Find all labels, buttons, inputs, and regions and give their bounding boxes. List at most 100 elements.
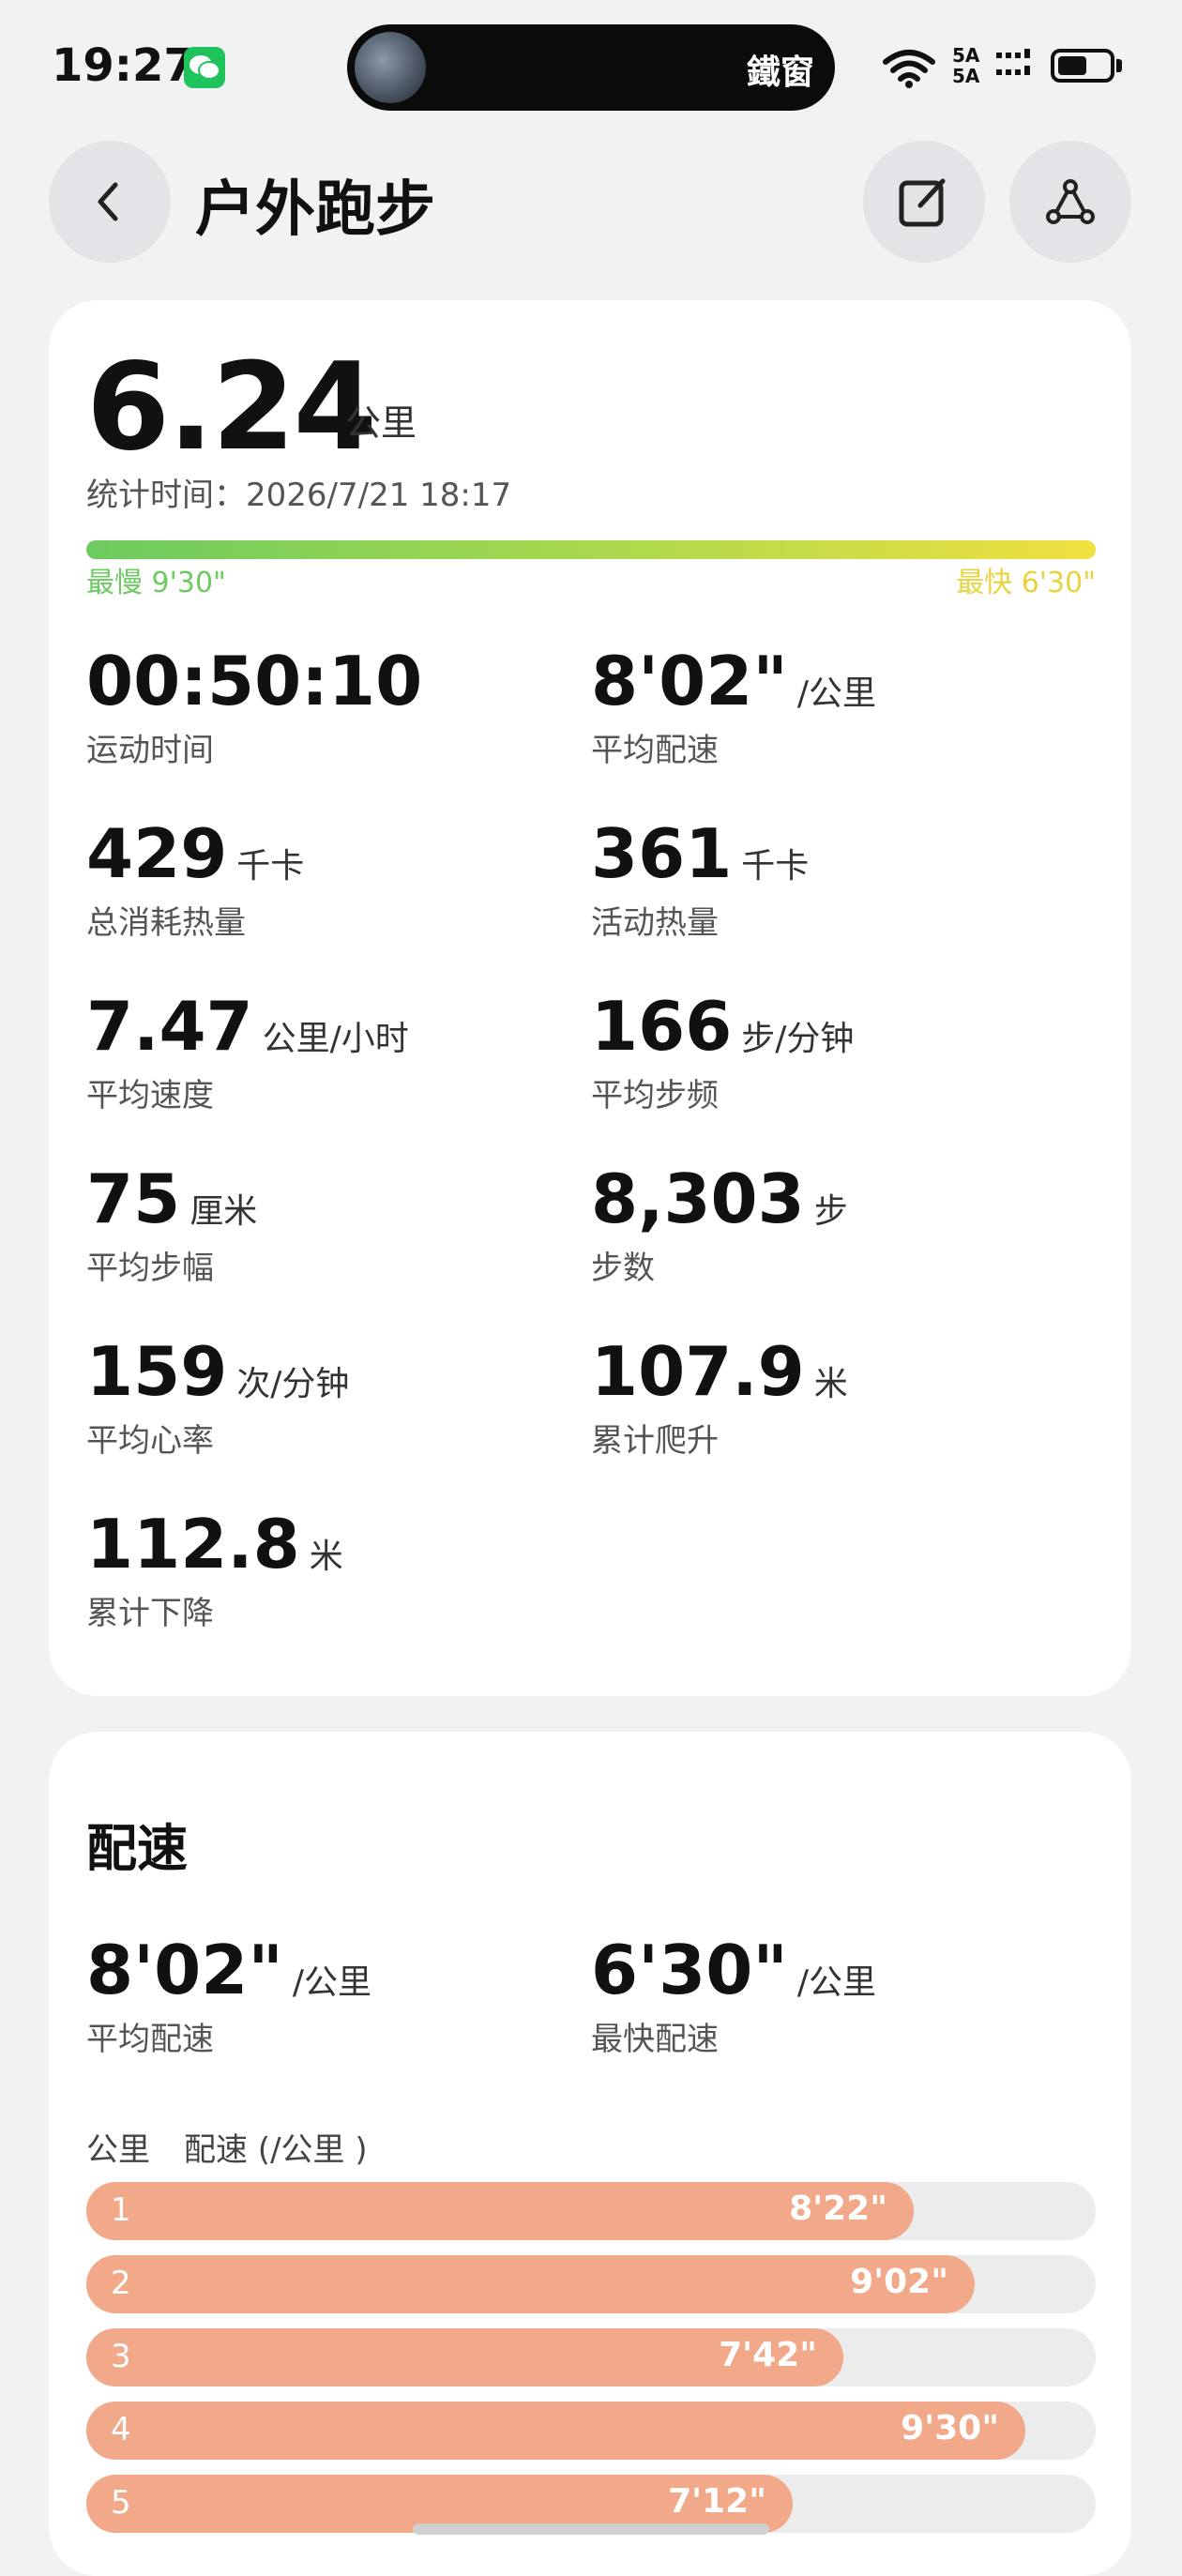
metric-unit: 厘米 [189,1192,258,1231]
metric-value: 7.47 [86,987,253,1066]
splits-table-header: 公里 配速 (/公里 ) [86,2124,402,2170]
speed-gradient-bar [86,540,1096,559]
back-button[interactable] [49,141,171,263]
metric-unit: 步/分钟 [741,1020,855,1058]
metric-avg-pace: 8'02"/公里 平均配速 [591,640,876,770]
metric-unit: /公里 [292,1963,371,2002]
metric-value: 00:50:10 [86,642,423,720]
metric-avg-heart-rate: 159 次/分钟 平均心率 [86,1330,349,1461]
metric-total-ascent: 107.9 米 累计爬升 [591,1330,848,1461]
route-icon [1046,179,1095,224]
summary-card: 6.24 公里 统计时间：2026/7/21 18:17 最慢 9'30" 最快… [49,300,1131,1696]
split-pace: 7'12" [668,2482,766,2521]
metric-label: 平均配速 [86,2021,214,2058]
clock: 19:27 [52,39,195,92]
stat-time: 统计时间：2026/7/21 18:17 [86,477,512,514]
split-bar-fill: 4 9'30" [86,2402,1025,2460]
split-bar-fill: 1 8'22" [86,2182,914,2240]
signal-label-sim1: 5A [952,44,980,67]
signal-label: 5A 5A [952,45,979,86]
fastest-pace-label: 最快 6'30" [956,567,1096,599]
media-thumbnail [355,32,426,103]
metric-label: 步数 [591,1250,655,1287]
metric-label: 累计下降 [86,1595,214,1632]
metric-label: 平均步幅 [86,1250,214,1287]
pace-card: 配速 8'02"/公里 平均配速 6'30"/公里 最快配速 公里 配速 (/公里… [49,1732,1131,2576]
split-pace: 7'42" [719,2336,817,2374]
pace-average: 8'02"/公里 平均配速 [86,1929,371,2059]
metric-duration: 00:50:10 运动时间 [86,640,432,770]
metric-value: 361 [591,814,733,893]
metric-unit: 步 [813,1192,848,1231]
column-pace: 配速 (/公里 ) [184,2131,368,2169]
split-km: 1 [111,2191,131,2229]
metric-total-descent: 112.8 米 累计下降 [86,1503,343,1633]
distance-unit: 公里 [345,402,417,444]
page-title: 户外跑步 [195,175,435,245]
route-button[interactable] [1009,141,1131,263]
split-pace: 8'22" [789,2190,887,2228]
metric-label: 最快配速 [591,2021,719,2058]
home-indicator[interactable] [413,2523,769,2535]
battery-icon [1051,49,1114,83]
metric-label: 活动热量 [591,904,719,942]
split-row[interactable]: 2 9'02" [86,2255,1096,2313]
metric-value: 107.9 [591,1332,805,1411]
metric-label: 平均心率 [86,1422,214,1460]
metric-value: 159 [86,1332,228,1411]
metric-unit: /公里 [796,674,876,713]
metric-avg-speed: 7.47 公里/小时 平均速度 [86,985,409,1115]
metric-label: 平均步频 [591,1077,719,1114]
slowest-pace-label: 最慢 9'30" [86,567,226,599]
split-km: 5 [111,2484,131,2522]
battery-tip [1116,59,1122,72]
wifi-icon [880,47,938,92]
metric-unit: /公里 [796,1963,876,2002]
metric-value: 8'02" [86,1931,283,2009]
split-row[interactable]: 3 7'42" [86,2328,1096,2387]
column-km: 公里 [86,2131,150,2169]
metric-avg-cadence: 166 步/分钟 平均步频 [591,985,854,1115]
wechat-icon [184,47,225,88]
metric-value: 112.8 [86,1505,300,1583]
split-km: 2 [111,2265,131,2302]
island-text: 鐵窗 [746,53,814,92]
metric-label: 运动时间 [86,732,214,769]
signal-label-sim2: 5A [952,65,980,87]
metric-unit: 米 [813,1365,848,1403]
metric-value: 166 [591,987,733,1066]
status-bar: 19:27 鐵窗 5A 5A [0,0,1182,131]
metric-avg-stride: 75 厘米 平均步幅 [86,1158,257,1288]
metric-unit: 次/分钟 [236,1365,350,1403]
metric-steps: 8,303 步 步数 [591,1158,848,1288]
split-bar-fill: 3 7'42" [86,2328,843,2387]
metric-unit: 千卡 [741,847,810,886]
metric-label: 平均配速 [591,732,719,769]
metric-unit: 公里/小时 [262,1020,409,1058]
split-pace: 9'02" [850,2263,948,2301]
pace-section-title: 配速 [86,1819,188,1878]
distance-value: 6.24 [86,338,377,477]
metric-value: 6'30" [591,1931,788,2009]
metric-total-calories: 429 千卡 总消耗热量 [86,812,304,943]
metric-unit: 千卡 [236,847,305,886]
split-bar-fill: 2 9'02" [86,2255,975,2313]
metric-value: 75 [86,1159,181,1238]
signal-icon [996,49,1038,86]
split-km: 3 [111,2338,131,2375]
edit-icon [899,178,946,227]
metric-label: 平均速度 [86,1077,214,1114]
metric-value: 8,303 [591,1159,805,1238]
edit-button[interactable] [863,141,985,263]
metric-active-calories: 361 千卡 活动热量 [591,812,809,943]
metric-value: 429 [86,814,228,893]
split-row[interactable]: 4 9'30" [86,2402,1096,2460]
metric-unit: 米 [309,1538,343,1576]
split-km: 4 [111,2411,131,2448]
chevron-left-icon [98,182,118,221]
dynamic-island[interactable]: 鐵窗 [347,24,835,111]
split-pace: 9'30" [901,2409,999,2447]
split-row[interactable]: 1 8'22" [86,2182,1096,2240]
metric-label: 总消耗热量 [86,904,246,942]
metric-label: 累计爬升 [591,1422,719,1460]
